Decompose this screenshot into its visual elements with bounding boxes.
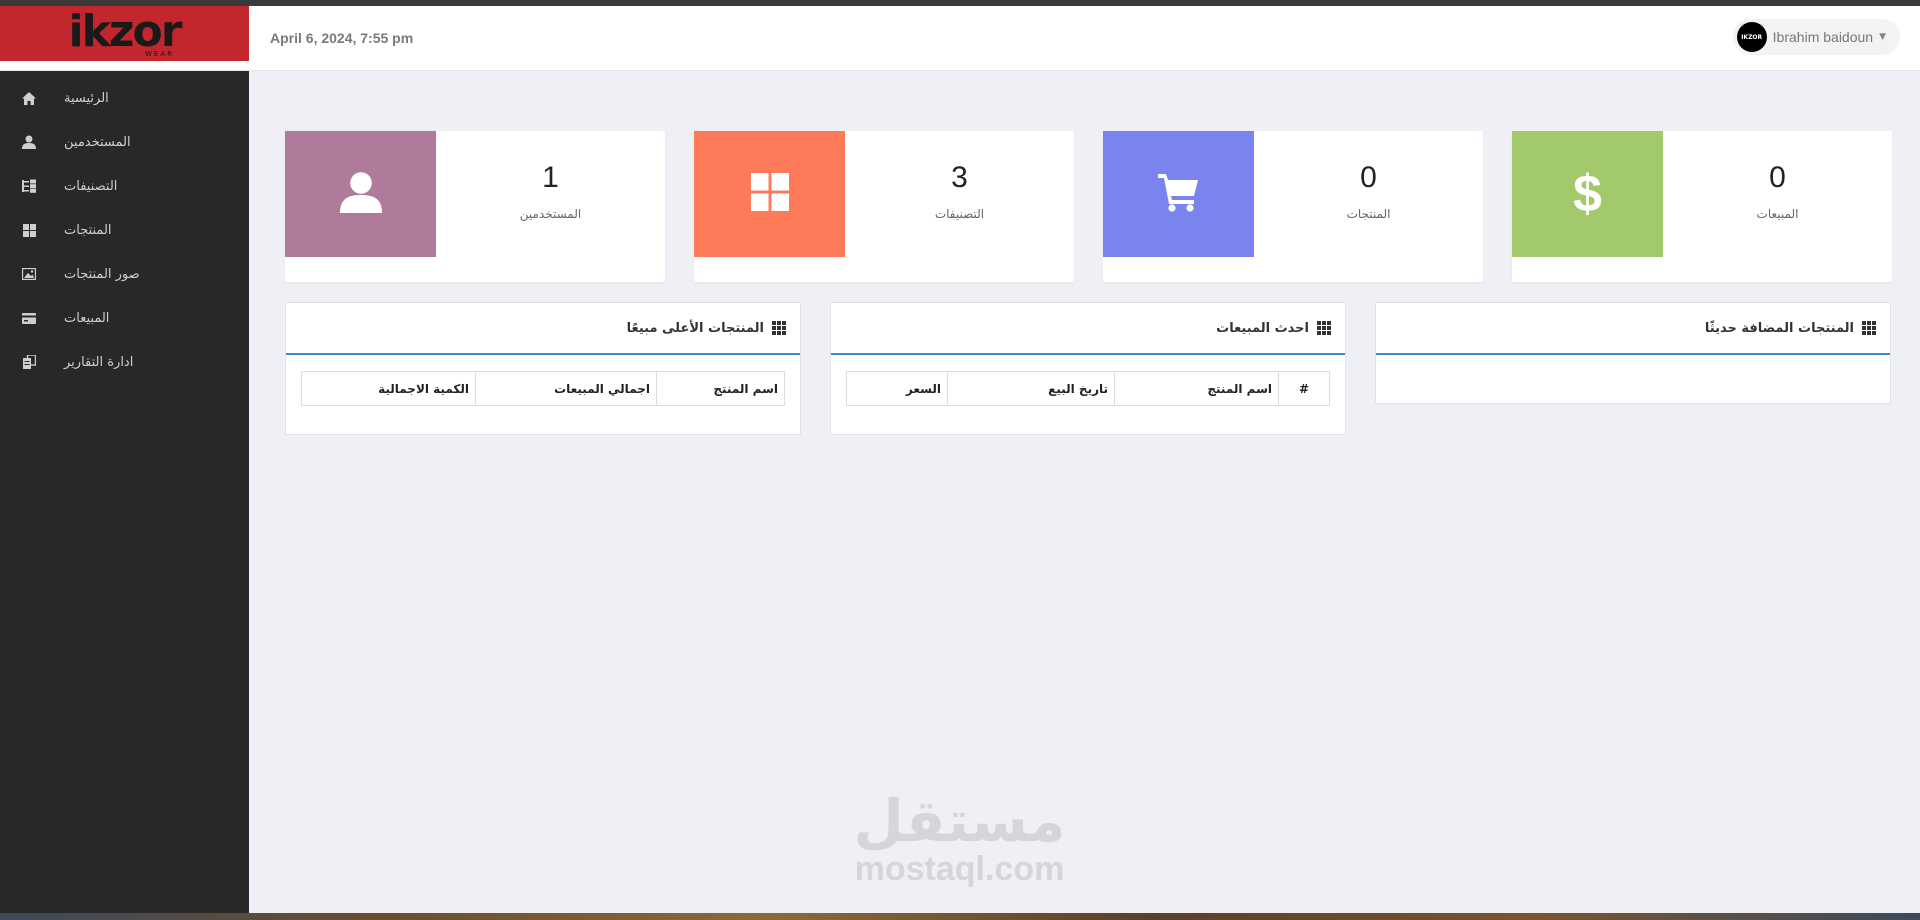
credit-card-icon <box>20 309 38 327</box>
column-header[interactable]: تاريخ البيع <box>947 371 1115 406</box>
logo-text: ikzor <box>68 5 183 57</box>
stat-card-products: 0 المنتجات <box>1103 131 1483 282</box>
user-icon <box>339 171 382 217</box>
th-icon <box>1862 321 1876 335</box>
panel-top-selling: المنتجات الأعلى مبيعًا اسم المنتج اجمالي… <box>285 302 801 435</box>
panel-recent-products: المنتجات المضافة حديثًا <box>1375 302 1891 404</box>
panel-body <box>1376 355 1890 403</box>
stat-value: 3 <box>951 161 968 194</box>
column-header[interactable]: # <box>1278 371 1330 406</box>
sidebar-item-products[interactable]: المنتجات <box>0 208 249 252</box>
recent-sales-table: # اسم المنتج تاريخ البيع السعر <box>846 371 1330 406</box>
user-menu[interactable]: IKZOR Ibrahim baidoun ▼ <box>1732 19 1900 55</box>
watermark-latin: mostaql.com <box>854 850 1065 888</box>
caret-down-icon: ▼ <box>1879 32 1886 42</box>
sidebar-item-label: المستخدمين <box>64 134 131 150</box>
panel-header: المنتجات الأعلى مبيعًا <box>286 303 800 355</box>
sidebar-item-sales[interactable]: المبيعات <box>0 296 249 340</box>
th-icon <box>1317 321 1331 335</box>
sidebar-item-reports[interactable]: ادارة التقارير <box>0 340 249 384</box>
sidebar-item-label: المنتجات <box>64 222 112 238</box>
dollar-icon: $ <box>1573 165 1602 223</box>
column-header[interactable]: اجمالي المبيعات <box>475 371 657 406</box>
image-icon <box>20 265 38 283</box>
tree-icon <box>20 177 38 195</box>
column-header[interactable]: الكمية الاجمالية <box>301 371 476 406</box>
stat-icon-box: $ <box>1512 131 1663 257</box>
sidebar-item-label: صور المنتجات <box>64 266 140 282</box>
panel-title: المنتجات الأعلى مبيعًا <box>626 320 764 336</box>
top-header: ikzor WEAR April 6, 2024, 7:55 pm IKZOR … <box>0 6 1920 71</box>
grid-icon <box>20 221 38 239</box>
stat-icon-box <box>1103 131 1254 257</box>
panel-title: احدث المبيعات <box>1216 320 1309 336</box>
stat-card-categories: 3 التصنيفات <box>694 131 1074 282</box>
user-icon <box>20 133 38 151</box>
stat-icon-box <box>694 131 845 257</box>
sidebar-item-label: الرئيسية <box>64 90 109 106</box>
stat-label: المستخدمين <box>519 207 582 221</box>
sidebar-item-product-images[interactable]: صور المنتجات <box>0 252 249 296</box>
top-selling-table: اسم المنتج اجمالي المبيعات الكمية الاجما… <box>301 371 785 406</box>
stat-card-sales: $ 0 المبيعات <box>1512 131 1892 282</box>
home-icon <box>20 89 38 107</box>
user-name: Ibrahim baidoun <box>1772 29 1874 45</box>
stat-label: المنتجات <box>1346 207 1391 221</box>
sidebar-item-categories[interactable]: التصنيفات <box>0 164 249 208</box>
th-icon <box>772 321 786 335</box>
stat-value: 0 <box>1769 161 1786 194</box>
sidebar-item-label: التصنيفات <box>64 178 118 194</box>
brand-logo[interactable]: ikzor WEAR <box>0 6 249 61</box>
column-header[interactable]: اسم المنتج <box>656 371 785 406</box>
grid-icon <box>750 173 789 215</box>
stat-label: المبيعات <box>1756 207 1799 221</box>
column-header[interactable]: اسم المنتج <box>1114 371 1279 406</box>
watermark-arabic: مستقل <box>853 787 1066 855</box>
stat-card-users: 1 المستخدمين <box>285 131 665 282</box>
taskbar-strip <box>0 913 1920 920</box>
current-datetime: April 6, 2024, 7:55 pm <box>270 30 414 46</box>
panel-header: المنتجات المضافة حديثًا <box>1376 303 1890 355</box>
panel-title: المنتجات المضافة حديثًا <box>1704 320 1854 336</box>
panel-header: احدث المبيعات <box>831 303 1345 355</box>
duplicate-icon <box>20 353 38 371</box>
panel-recent-sales: احدث المبيعات # اسم المنتج تاريخ البيع ا… <box>830 302 1346 435</box>
stat-icon-box <box>285 131 436 257</box>
sidebar-item-label: ادارة التقارير <box>64 354 134 370</box>
cart-icon <box>1157 172 1200 216</box>
column-header[interactable]: السعر <box>846 371 948 406</box>
stat-label: التصنيفات <box>934 207 985 221</box>
sidebar-item-home[interactable]: الرئيسية <box>0 76 249 120</box>
avatar: IKZOR <box>1736 22 1767 52</box>
sidebar: الرئيسية المستخدمين التصنيفات المنتجات ص… <box>0 71 249 917</box>
watermark: مستقل mostaql.com <box>842 790 1077 886</box>
sidebar-item-users[interactable]: المستخدمين <box>0 120 249 164</box>
stat-value: 1 <box>542 161 559 194</box>
sidebar-item-label: المبيعات <box>64 310 110 326</box>
stat-value: 0 <box>1360 161 1377 194</box>
logo-subtext: WEAR <box>145 49 174 58</box>
